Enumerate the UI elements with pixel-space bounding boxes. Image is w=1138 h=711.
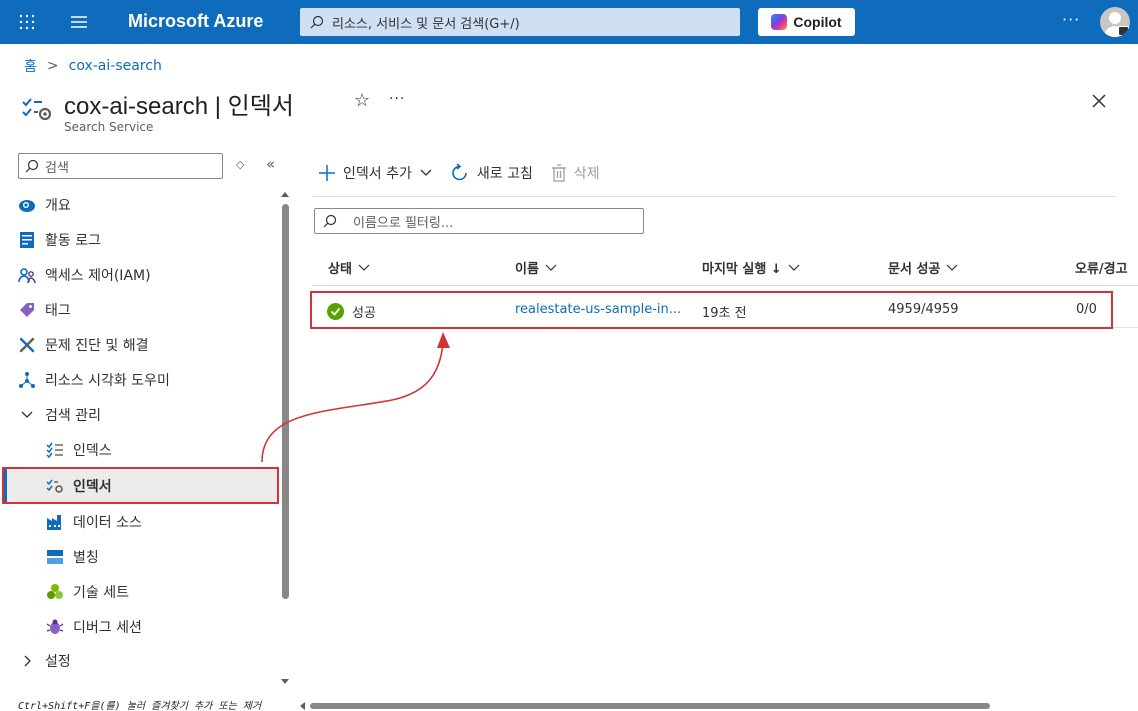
horizontal-scrollbar[interactable] [298,700,1138,711]
annotation-arrow [261,332,450,463]
